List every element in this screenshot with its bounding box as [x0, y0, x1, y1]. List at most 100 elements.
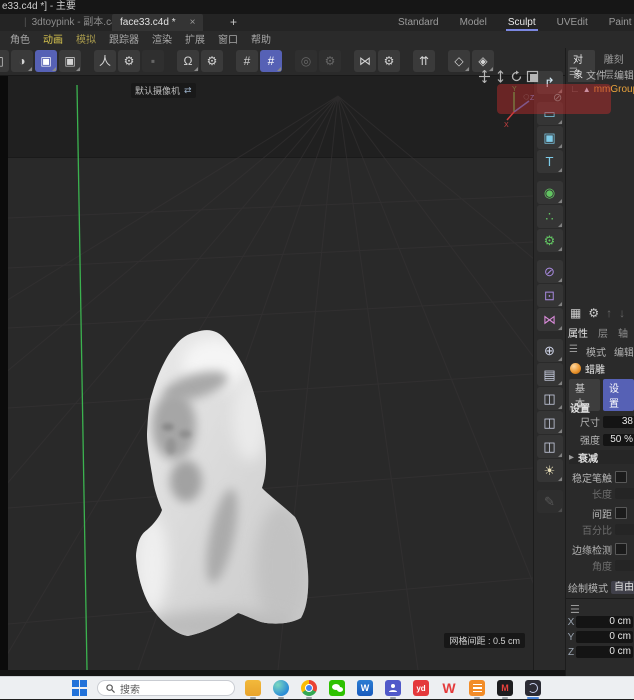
- edge-app[interactable]: [271, 679, 291, 699]
- close-tab-icon[interactable]: ×: [190, 17, 196, 28]
- edge-detect-checkbox[interactable]: [615, 543, 627, 555]
- pressure-input[interactable]: 50 %: [603, 433, 634, 446]
- subdivision-surface-button[interactable]: ◉: [536, 181, 563, 204]
- hamburger-icon[interactable]: ☰: [569, 67, 578, 82]
- stage-object-button[interactable]: ▤: [536, 363, 563, 386]
- rotate-icon[interactable]: [510, 70, 523, 83]
- document-tab-active[interactable]: face33.c4d * ×: [112, 14, 204, 31]
- active-brush-row[interactable]: 蜡雕: [570, 361, 605, 376]
- paint-tool-button[interactable]: ✎: [536, 490, 563, 513]
- joint-settings-button[interactable]: ⚙: [118, 49, 140, 72]
- teams-app[interactable]: [383, 679, 403, 699]
- spacing-checkbox[interactable]: [615, 507, 627, 519]
- wechat-app[interactable]: [327, 679, 347, 697]
- menu-character[interactable]: 角色: [10, 31, 30, 46]
- menu-render[interactable]: 渲染: [152, 31, 172, 46]
- chrome-app[interactable]: [299, 679, 319, 699]
- taskbar-search-input[interactable]: 搜索: [97, 680, 235, 696]
- youdao-app[interactable]: yd: [411, 679, 431, 697]
- settings-section-title: 设置: [570, 404, 590, 415]
- light-object-button[interactable]: ☀: [536, 459, 563, 482]
- layout-paint[interactable]: Paint: [609, 17, 632, 28]
- start-button[interactable]: [72, 680, 88, 696]
- stamp-button[interactable]: ◇: [448, 49, 470, 72]
- gouraud-shading-button[interactable]: ▣: [35, 49, 57, 72]
- size-input[interactable]: 38: [603, 415, 634, 428]
- falloff-settings-button[interactable]: ⚙: [319, 49, 341, 72]
- hamburger-icon[interactable]: ☰: [570, 603, 580, 616]
- tab-layers[interactable]: 层: [598, 325, 608, 340]
- history-back-icon[interactable]: ↑: [606, 306, 612, 320]
- generator-button[interactable]: ⚙: [536, 229, 563, 252]
- layout-uvedit[interactable]: UVEdit: [557, 17, 588, 28]
- joint-tool-button[interactable]: 人: [94, 49, 116, 72]
- layout-model[interactable]: Model: [460, 17, 487, 28]
- maximize-viewport-icon[interactable]: [526, 70, 539, 83]
- menu-extensions[interactable]: 扩展: [185, 31, 205, 46]
- pan-icon[interactable]: [478, 70, 491, 83]
- weights-button[interactable]: ▪: [142, 49, 164, 72]
- menu-simulate[interactable]: 模拟: [76, 31, 96, 46]
- coord-z-input[interactable]: 0 cm: [576, 646, 633, 658]
- layout-sculpt[interactable]: Sculpt: [505, 17, 538, 31]
- coord-x-input[interactable]: 0 cm: [576, 616, 633, 628]
- deformer-button[interactable]: ⊘: [536, 260, 563, 283]
- tab-settings[interactable]: 设置: [603, 379, 634, 411]
- am-menu-edit[interactable]: 编辑: [614, 344, 633, 359]
- shading-options-button[interactable]: ▣: [59, 49, 81, 72]
- stencil-button[interactable]: ◈: [472, 49, 494, 72]
- camera-object-button[interactable]: ◫: [536, 387, 563, 410]
- cloner-button[interactable]: ∴: [536, 205, 563, 228]
- word-app[interactable]: W: [355, 679, 375, 697]
- tab-axis[interactable]: 轴: [618, 325, 628, 340]
- layout-standard[interactable]: Standard: [398, 17, 439, 28]
- instance-button[interactable]: ⊡: [536, 284, 563, 307]
- new-tab-button[interactable]: +: [230, 14, 237, 31]
- tab-attributes[interactable]: 属性: [568, 325, 588, 340]
- cinema4d-app[interactable]: [523, 679, 543, 699]
- magnet-settings-button[interactable]: ⚙: [201, 49, 223, 72]
- falloff-section-header[interactable]: ▸ 衰减: [569, 450, 634, 465]
- text-object-button[interactable]: T: [536, 150, 563, 173]
- om-menu-edit[interactable]: 编辑: [614, 67, 633, 82]
- coord-y-input[interactable]: 0 cm: [576, 631, 633, 643]
- subdivide-up-button[interactable]: ⇈: [413, 49, 435, 72]
- history-forward-icon[interactable]: ↓: [619, 306, 625, 320]
- am-menu-mode[interactable]: 模式: [586, 344, 606, 359]
- edge-icon: [273, 680, 289, 696]
- falloff-button[interactable]: ◎: [295, 49, 317, 72]
- cube-primitive-button[interactable]: ▣: [536, 126, 563, 149]
- window-title: e33.c4d *] - 主要: [2, 1, 76, 12]
- sculpt-bust-model[interactable]: [130, 324, 320, 649]
- grid-button[interactable]: #: [236, 49, 258, 72]
- pressure-field-row: 强度 50 %: [580, 433, 634, 447]
- magnet-tool-button[interactable]: Ω: [177, 49, 199, 72]
- menu-window[interactable]: 窗口: [218, 31, 238, 46]
- symmetry-mirror-button[interactable]: ⋈: [354, 49, 376, 72]
- menu-animate[interactable]: 动画: [43, 31, 63, 46]
- edge-cut-button[interactable]: ◧: [0, 49, 9, 72]
- sky-object-button[interactable]: ⊕: [536, 339, 563, 362]
- shaded-sphere-button[interactable]: ◑: [11, 49, 33, 72]
- om-menu-file[interactable]: 文件: [586, 67, 606, 82]
- hamburger-icon[interactable]: ☰: [569, 344, 578, 359]
- grid-snap-button[interactable]: #: [260, 49, 282, 72]
- camera-label[interactable]: 默认摄像机 ⇄: [131, 83, 196, 98]
- settings-gear-icon[interactable]: ⚙: [588, 306, 599, 320]
- docs-app[interactable]: [467, 679, 487, 699]
- menu-tracker[interactable]: 跟踪器: [109, 31, 139, 46]
- menu-help[interactable]: 帮助: [251, 31, 271, 46]
- cinema4d-icon: [525, 680, 541, 696]
- steady-stroke-checkbox[interactable]: [615, 471, 627, 483]
- symmetry-settings-button[interactable]: ⚙: [378, 49, 400, 72]
- crane-camera-button[interactable]: ◫: [536, 435, 563, 458]
- draw-mode-dropdown[interactable]: 自由: [611, 581, 634, 594]
- mail-app[interactable]: M: [495, 679, 515, 699]
- layout-grid-icon[interactable]: ▦: [570, 306, 581, 320]
- viewport-3d[interactable]: 默认摄像机 ⇄ 网格间距 : 0.5 cm: [8, 76, 533, 670]
- file-explorer-app[interactable]: [243, 679, 263, 699]
- wps-app[interactable]: W: [439, 679, 459, 697]
- motion-camera-button[interactable]: ◫: [536, 411, 563, 434]
- symmetry-object-button[interactable]: ⋈: [536, 308, 563, 331]
- dolly-icon[interactable]: [494, 70, 507, 83]
